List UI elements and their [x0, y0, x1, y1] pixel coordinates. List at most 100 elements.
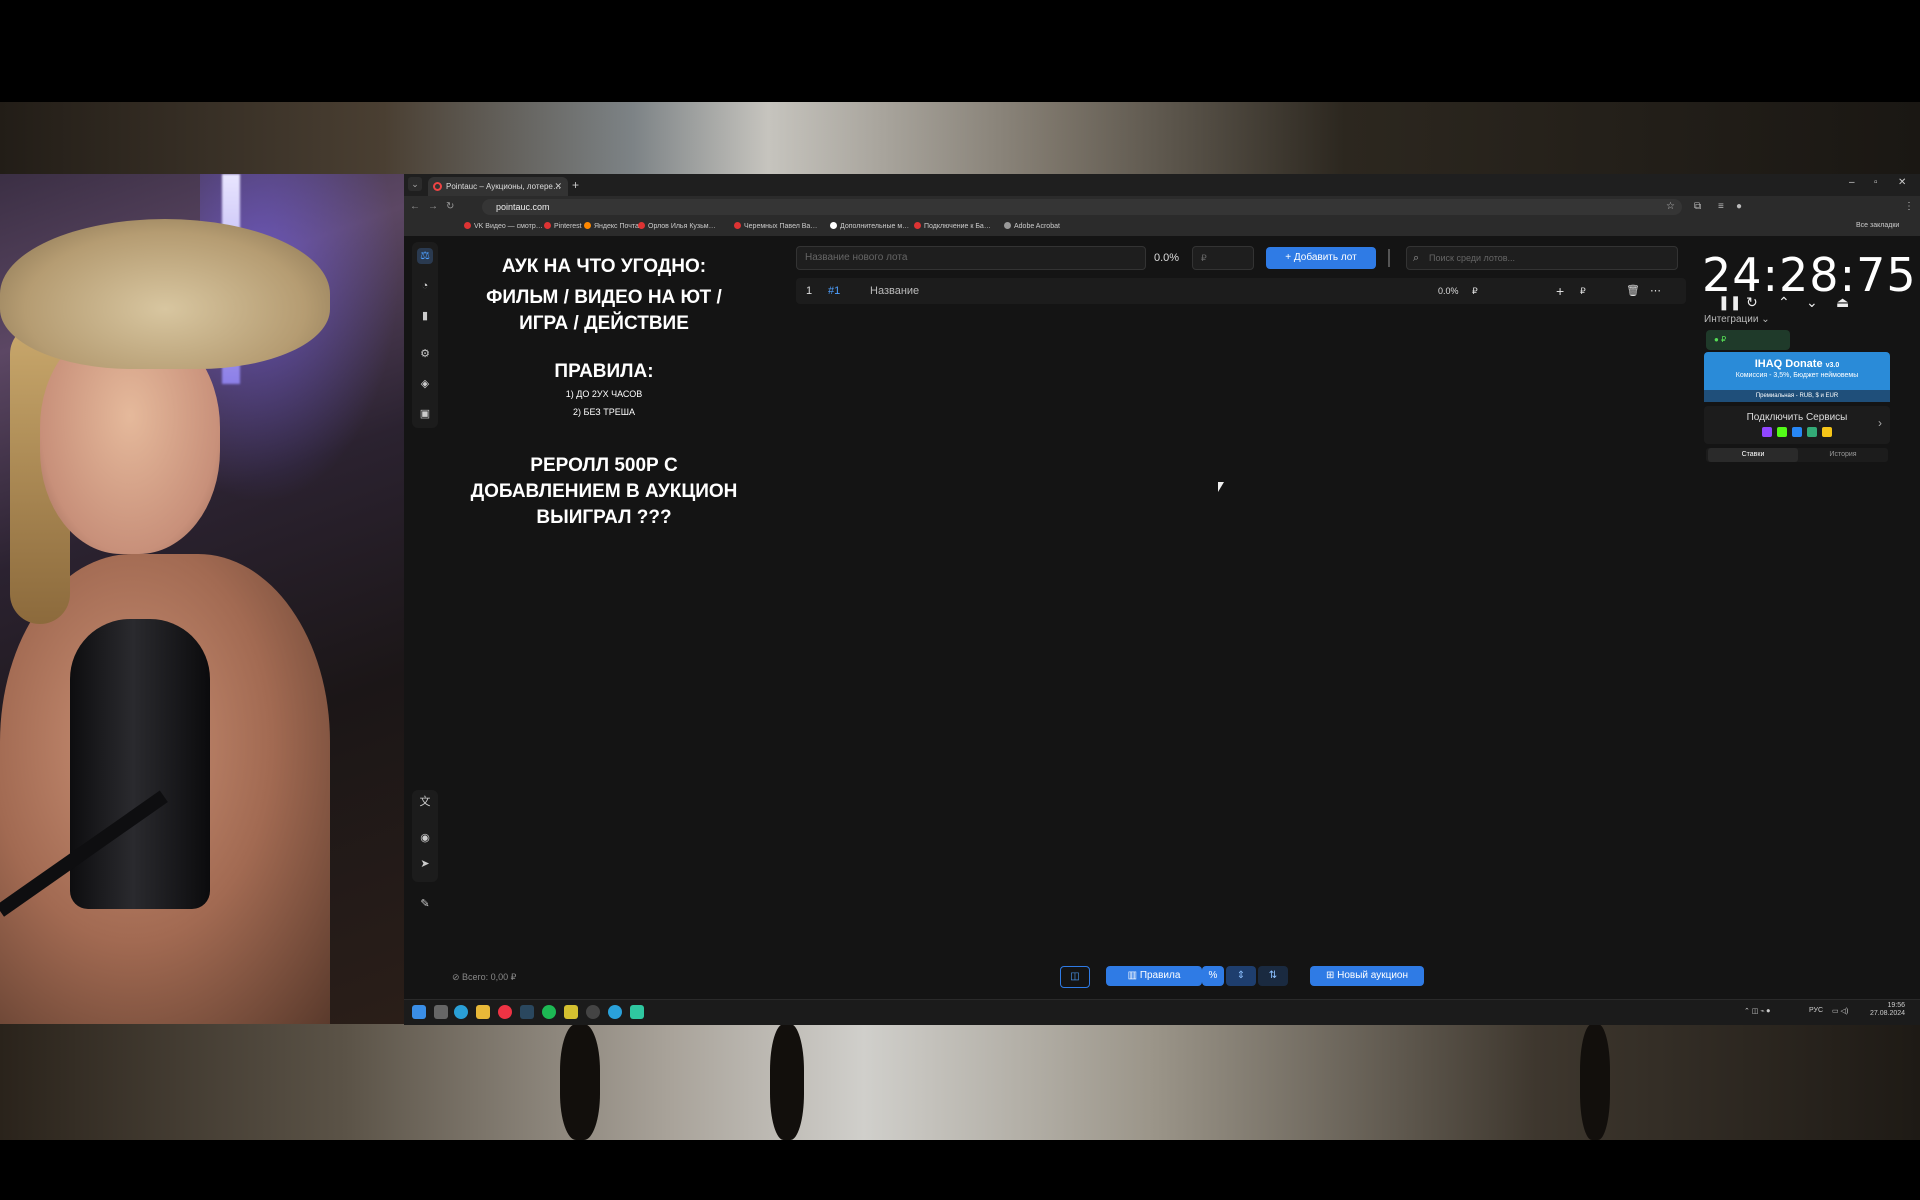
search-icon: ⌕ [1413, 252, 1420, 264]
rules-button[interactable]: ▥ Правила [1106, 966, 1202, 986]
palm-silhouette [770, 1024, 804, 1140]
bookmark-item[interactable]: Орлов Илья Кузьм… [638, 222, 716, 230]
sidebar-nav: ⚖ ◔ ▮ ⚙ ◈ ⛨ [412, 242, 438, 428]
reload-icon[interactable]: ↻ [446, 201, 454, 212]
sidebar-icon[interactable]: ≡ [1718, 201, 1724, 212]
goodgame-icon [1806, 427, 1817, 437]
notes-line: ИГРА / ДЕЙСТВИЕ [519, 313, 689, 334]
divider [1388, 249, 1390, 267]
taskview-icon[interactable] [434, 1005, 448, 1019]
lot-amount-currency[interactable]: ₽ [1580, 278, 1586, 304]
new-lot-amount-input[interactable]: ₽ [1192, 246, 1254, 270]
vk-icon [1792, 427, 1802, 437]
github-icon[interactable]: ◉ [417, 830, 433, 846]
bids-history-tabs: Ставки История [1706, 448, 1888, 462]
forward-icon[interactable]: → [428, 201, 438, 212]
bookmark-item[interactable]: Дополнительные м… [830, 222, 909, 230]
connect-services-card[interactable]: Подключить Сервисы › [1704, 406, 1890, 444]
lot-search-input[interactable]: ⌕ Поиск среди лотов... [1406, 246, 1678, 270]
tray-icons[interactable]: ⌃ ◫ ⌁ ⏺ [1744, 1007, 1770, 1016]
kick-icon [1777, 427, 1788, 437]
lot-currency: ₽ [1472, 286, 1478, 296]
rules-title: ПРАВИЛА: [554, 361, 654, 382]
restart-icon[interactable]: ↻ [1746, 294, 1758, 311]
chrome-icon[interactable] [498, 1005, 512, 1019]
bookmark-item[interactable]: Черемных Павел Ва… [734, 222, 817, 230]
captured-screen: ⌄ Pointauc – Аукционы, лотере… ✕ + – ▫ ✕… [404, 174, 1920, 1025]
translate-icon[interactable]: 文 [417, 794, 433, 810]
maximize-icon[interactable]: ▫ [1874, 177, 1878, 188]
collapse-icon[interactable]: ⏏ [1836, 294, 1849, 311]
pointauc-app: ⚖ ◔ ▮ ⚙ ◈ ⛨ ▣ 文 ◉ ➤ ✎ АУК НА ЧТО УГОДНО:… [404, 236, 1920, 999]
telegram-taskbar-icon[interactable] [608, 1005, 622, 1019]
explorer-icon[interactable] [476, 1005, 490, 1019]
settings-gear-icon[interactable]: ⚙ [417, 346, 433, 362]
bookmark-item[interactable]: Яндекс Почта [584, 222, 639, 230]
donate-icon[interactable]: ✎ [417, 896, 433, 912]
tab-history[interactable]: История [1798, 448, 1888, 462]
donationalerts-icon [1821, 427, 1832, 437]
tab-search-button[interactable]: ⌄ [408, 177, 422, 191]
url-field[interactable]: pointauc.com [482, 199, 1682, 215]
clock[interactable]: 19:56 27.08.2024 [1870, 1002, 1905, 1018]
back-icon[interactable]: ← [410, 201, 420, 212]
integrations-toggle[interactable]: Интеграции ⌄ [1704, 314, 1770, 325]
bookmark-item[interactable]: Подключение к Ба… [914, 222, 991, 230]
new-lot-name-input[interactable]: Название нового лота [796, 246, 1146, 270]
bookmark-star-icon[interactable]: ☆ [1666, 201, 1675, 212]
start-icon[interactable] [412, 1005, 426, 1019]
telegram-icon[interactable]: ➤ [417, 856, 433, 872]
add-lot-button[interactable]: + Добавить лот [1266, 247, 1376, 269]
wheel-icon[interactable]: ◔ [417, 278, 433, 294]
reroll-line: РЕРОЛЛ 500Р С [530, 455, 678, 476]
edge-icon[interactable] [454, 1005, 468, 1019]
lot-row: 1 #1 Название 0.0% ₽ + ₽ 🗑 ⋯ [796, 278, 1686, 304]
donate-footer: Премиальная - RUB, $ и EUR [1704, 390, 1890, 402]
auction-notes: АУК НА ЧТО УГОДНО: ФИЛЬМ / ВИДЕО НА ЮТ /… [454, 254, 754, 531]
tab-bids[interactable]: Ставки [1708, 448, 1798, 462]
add-to-lot-icon[interactable]: + [1556, 278, 1564, 304]
spotify-icon[interactable] [542, 1005, 556, 1019]
steam-icon[interactable] [520, 1005, 534, 1019]
percent-button[interactable]: % [1202, 966, 1224, 986]
new-tab-icon[interactable]: + [572, 177, 579, 193]
new-auction-button[interactable]: ⊞ Новый аукцион [1310, 966, 1424, 986]
time-up-icon[interactable]: ⌃ [1778, 294, 1790, 311]
bookmark-item[interactable]: VK Видео — смотр… [464, 222, 543, 230]
lot-more-icon[interactable]: ⋯ [1650, 278, 1661, 304]
minimize-icon[interactable]: – [1849, 177, 1855, 188]
integration-status-pill[interactable]: ● ₽ [1706, 330, 1790, 350]
bookmark-item[interactable]: Adobe Acrobat [1004, 222, 1060, 230]
close-window-icon[interactable]: ✕ [1898, 177, 1906, 188]
app-icon[interactable] [630, 1005, 644, 1019]
ihaq-donate-card[interactable]: IHAQ Donate v3.0 Комиссия - 3,5%, Бюджет… [1704, 352, 1890, 402]
layers-icon[interactable]: ◈ [417, 376, 433, 392]
time-down-icon[interactable]: ⌄ [1806, 294, 1818, 311]
app-icon[interactable] [564, 1005, 578, 1019]
stats-icon[interactable]: ▮ [417, 308, 433, 324]
lot-name[interactable]: Название [870, 278, 919, 304]
donate-subtitle: Комиссия - 3,5%, Бюджет неймовемы [1735, 372, 1859, 379]
tab-title: Pointauc – Аукционы, лотере… [446, 182, 561, 191]
extensions-icon[interactable]: ⧉ [1694, 201, 1701, 212]
auction-gavel-icon[interactable]: ⚖ [417, 248, 433, 264]
history-icon[interactable]: ▣ [417, 406, 433, 422]
sort-button[interactable]: ⇅ [1258, 966, 1288, 986]
menu-icon[interactable]: ⋮ [1904, 201, 1914, 212]
network-icon[interactable]: ▭ ◁) [1832, 1007, 1848, 1015]
merge-button[interactable]: ⇕ [1226, 966, 1256, 986]
pause-icon[interactable]: ❚❚ [1718, 294, 1741, 311]
obs-icon[interactable] [586, 1005, 600, 1019]
browser-tab[interactable]: Pointauc – Аукционы, лотере… ✕ [428, 177, 568, 196]
profile-avatar-icon[interactable]: ● [1736, 201, 1742, 212]
lot-index: 1 [806, 285, 813, 297]
webcam-person-hat [0, 219, 330, 369]
donate-title: IHAQ Donate [1754, 358, 1823, 370]
tab-close-icon[interactable]: ✕ [554, 177, 562, 196]
bookmark-item[interactable]: Pinterest [544, 222, 582, 230]
fullscreen-button[interactable]: ◫ [1060, 966, 1090, 988]
all-bookmarks[interactable]: Все закладки [1856, 222, 1899, 229]
chevron-right-icon: › [1878, 416, 1882, 430]
language-indicator[interactable]: РУС [1809, 1007, 1823, 1014]
delete-lot-icon[interactable]: 🗑 [1626, 278, 1640, 304]
